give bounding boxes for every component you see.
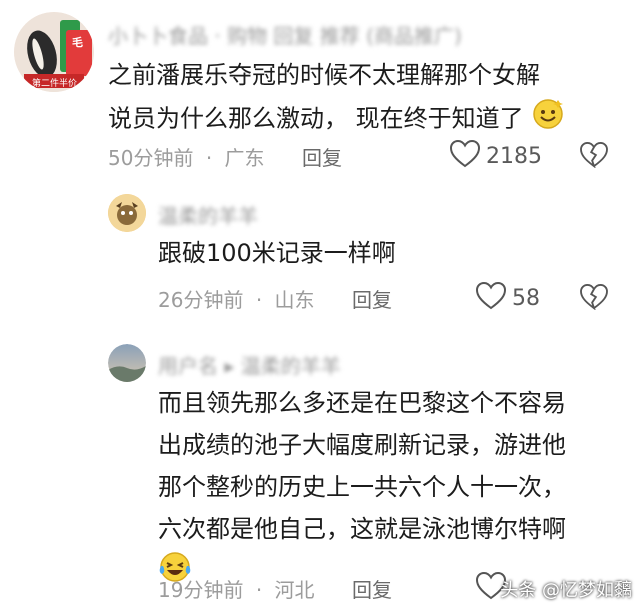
- timestamp: 19分钟前: [158, 578, 244, 602]
- separator-dot: ·: [205, 146, 213, 170]
- separator-dot: ·: [255, 578, 263, 602]
- reply-button[interactable]: 回复: [352, 574, 392, 603]
- comment-text: 之前潘展乐夺冠的时候不太理解那个女解 说员为什么那么激动， 现在终于知道了: [108, 54, 565, 143]
- timestamp: 26分钟前: [158, 288, 244, 312]
- comment-line-with-emoji: 说员为什么那么激动， 现在终于知道了: [108, 96, 565, 143]
- separator-dot: ·: [255, 288, 263, 312]
- dislike-button[interactable]: [580, 283, 608, 314]
- reply-button[interactable]: 回复: [302, 142, 342, 171]
- reply-button[interactable]: 回复: [352, 284, 392, 313]
- avatar-label-bottom: 第二件半价: [32, 79, 78, 89]
- location: 山东: [274, 288, 315, 312]
- comment-line: 六次都是他自己，这就是泳池博尔特啊: [158, 515, 566, 543]
- comment-text: 跟破100米记录一样啊: [158, 232, 396, 274]
- broken-heart-icon: [580, 141, 608, 172]
- smile-emoji-icon: [531, 96, 565, 143]
- timestamp: 50分钟前: [108, 146, 194, 170]
- dislike-button[interactable]: [580, 141, 608, 172]
- watermark: 头条 @忆梦如黐: [500, 580, 632, 601]
- comment-line: 跟破100米记录一样啊: [158, 239, 396, 267]
- comment-text: 而且领先那么多还是在巴黎这个不容易 出成绩的池子大幅度刷新记录，游进他 那个整秒…: [158, 382, 566, 597]
- like-button[interactable]: 2185: [449, 139, 542, 172]
- like-count: 58: [512, 285, 540, 311]
- avatar-label-top: 毛: [72, 36, 83, 49]
- comment-line: 而且领先那么多还是在巴黎这个不容易: [158, 389, 566, 417]
- avatar-image: [108, 194, 146, 232]
- location: 河北: [274, 578, 315, 602]
- heart-icon: [449, 139, 481, 172]
- comment-meta: 50分钟前 · 广东: [108, 142, 265, 171]
- avatar-image: [108, 344, 146, 382]
- username[interactable]: 小卜卜食品 · 购物 回复 推荐 (商品推广): [108, 20, 462, 49]
- avatar[interactable]: [108, 344, 146, 382]
- username[interactable]: 用户名 ▸ 温柔的羊羊: [158, 350, 341, 379]
- comment-1: 毛 第二件半价 小卜卜食品 · 购物 回复 推荐 (商品推广) 之前潘展乐夺冠的…: [0, 0, 640, 180]
- comment-meta: 19分钟前 · 河北: [158, 574, 315, 603]
- comment-2: 温柔的羊羊 跟破100米记录一样啊 26分钟前 · 山东 回复 58: [0, 180, 640, 330]
- location: 广东: [224, 146, 265, 170]
- heart-icon: [475, 281, 507, 314]
- comment-meta: 26分钟前 · 山东: [158, 284, 315, 313]
- like-count: 2185: [486, 143, 542, 169]
- comment-line: 说员为什么那么激动， 现在终于知道了: [108, 104, 524, 133]
- avatar[interactable]: [108, 194, 146, 232]
- broken-heart-icon: [580, 283, 608, 314]
- like-button[interactable]: 58: [475, 281, 540, 314]
- avatar[interactable]: 毛 第二件半价: [14, 12, 94, 92]
- comment-3: 用户名 ▸ 温柔的羊羊 而且领先那么多还是在巴黎这个不容易 出成绩的池子大幅度刷…: [0, 330, 640, 612]
- comment-line: 那个整秒的历史上一共六个人十一次，: [158, 473, 566, 501]
- comment-line: 出成绩的池子大幅度刷新记录，游进他: [158, 431, 566, 459]
- comment-line: 之前潘展乐夺冠的时候不太理解那个女解: [108, 61, 540, 89]
- username[interactable]: 温柔的羊羊: [158, 200, 258, 229]
